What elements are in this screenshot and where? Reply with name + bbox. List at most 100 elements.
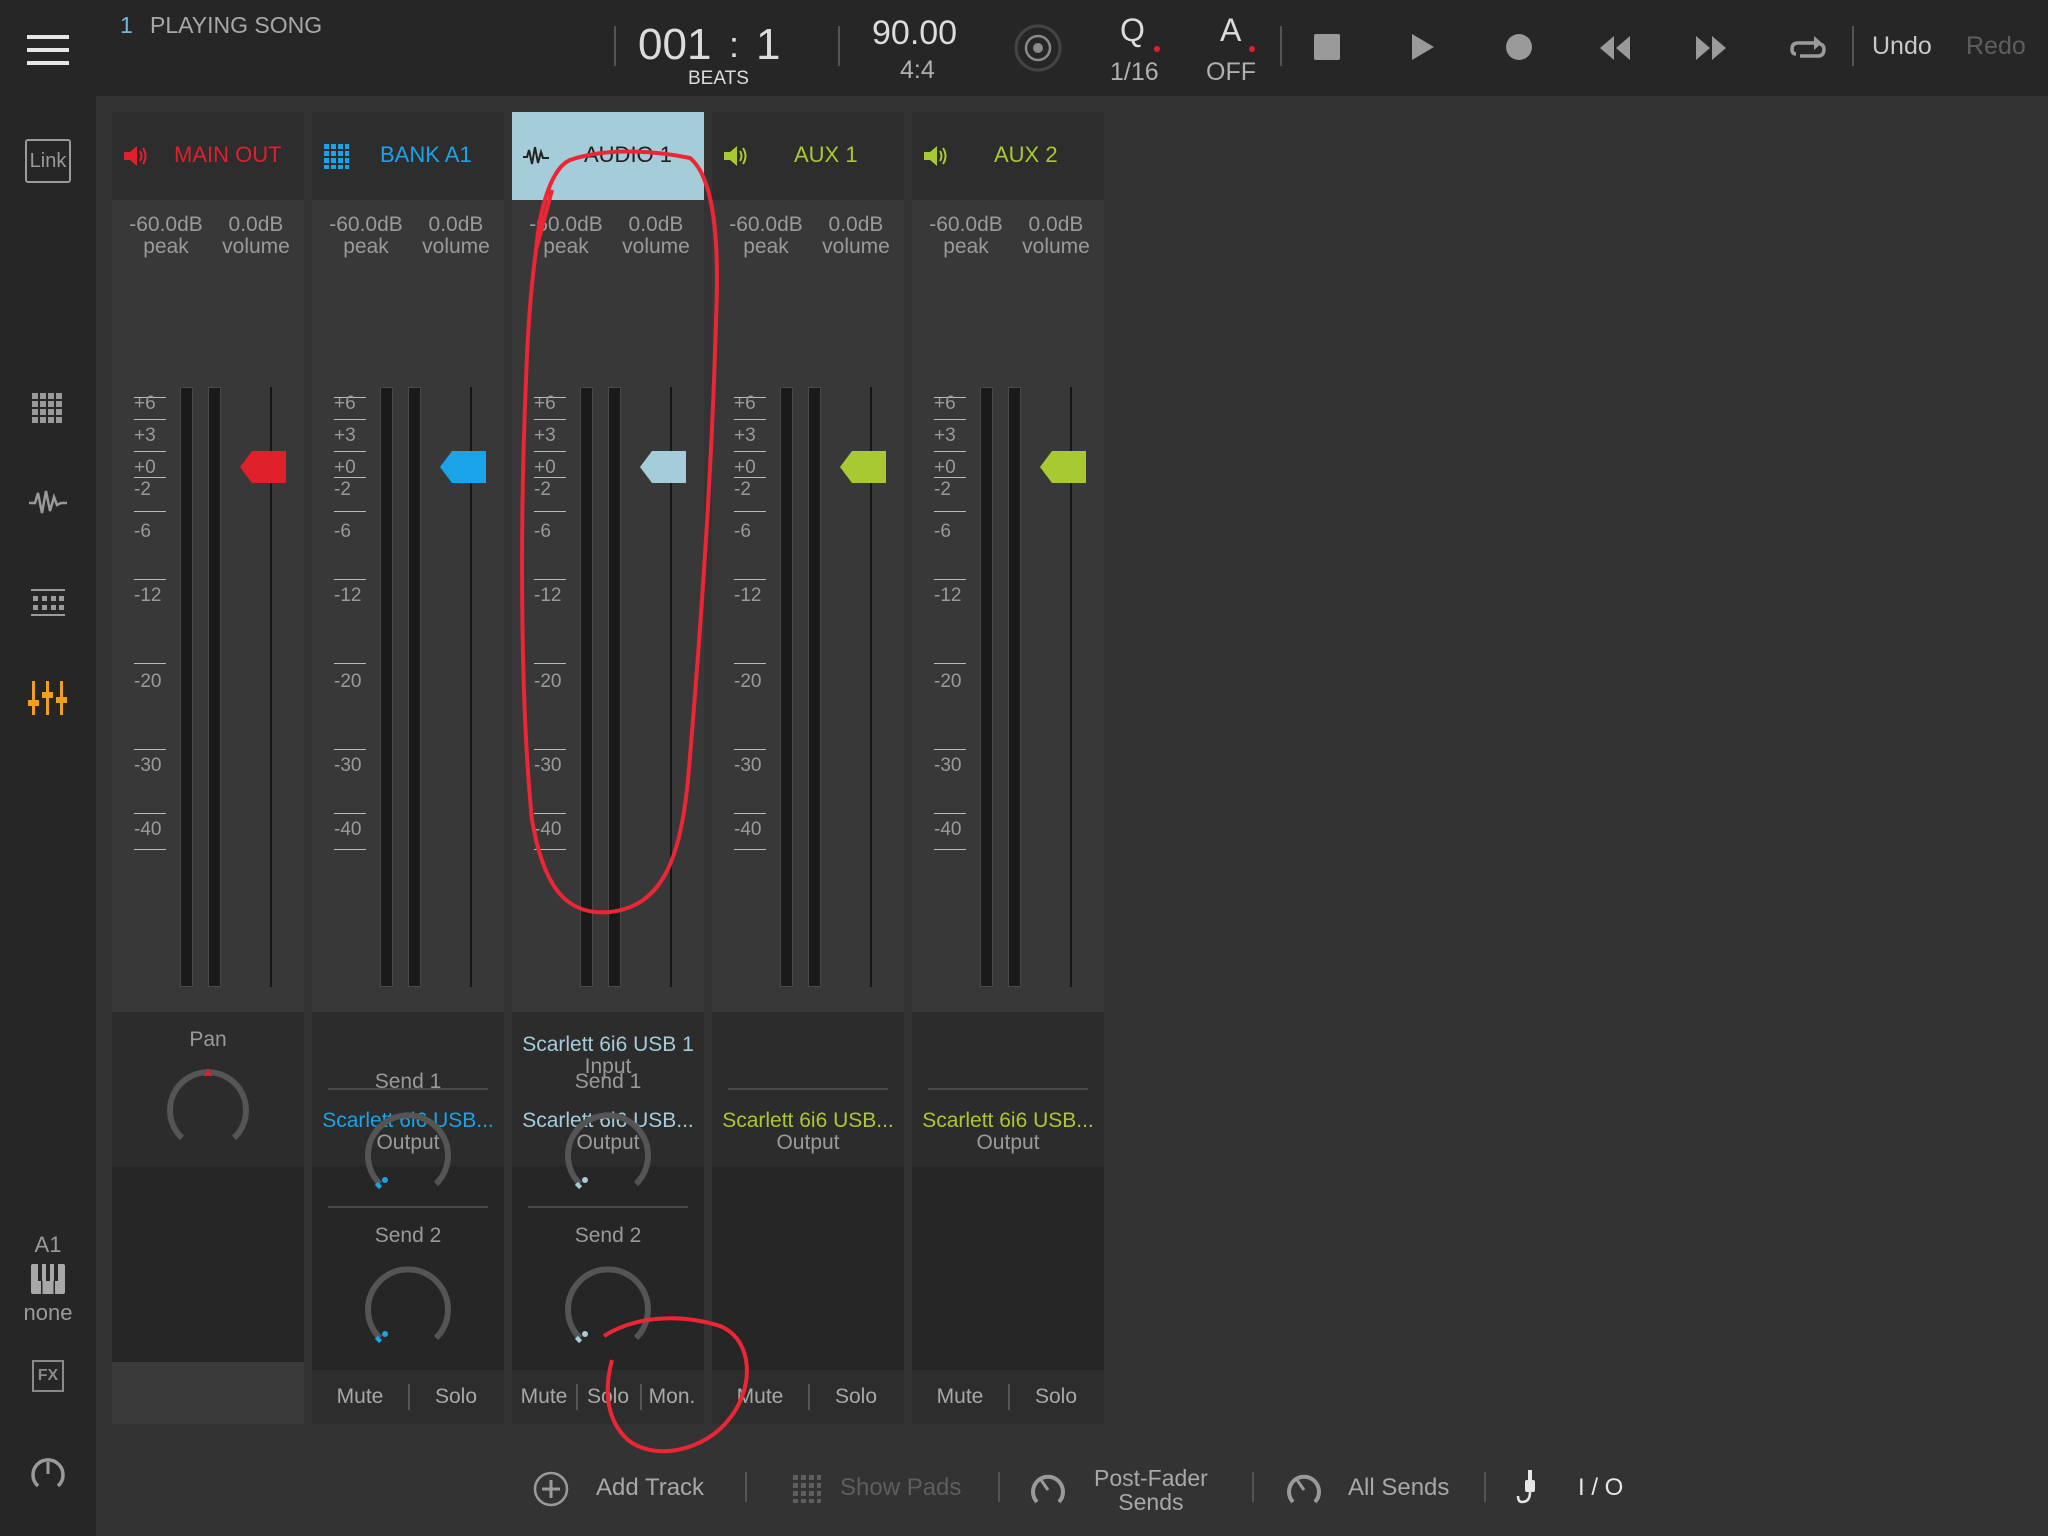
rewind-icon[interactable] bbox=[1598, 34, 1632, 67]
scale-label: +3 bbox=[334, 425, 356, 446]
volume-readout[interactable]: 0.0dB volume bbox=[612, 214, 700, 258]
sequencer-view-icon[interactable] bbox=[0, 582, 96, 622]
fader-handle[interactable] bbox=[440, 450, 486, 484]
volume-label: volume bbox=[222, 235, 290, 258]
output-device[interactable]: Scarlett 6i6 USB... bbox=[712, 1110, 904, 1132]
record-icon[interactable] bbox=[1506, 34, 1532, 60]
position-beat[interactable]: 1 bbox=[756, 20, 780, 70]
solo-button[interactable]: Solo bbox=[808, 1370, 904, 1424]
fader-handle[interactable] bbox=[1040, 450, 1086, 484]
scale-tick bbox=[734, 419, 766, 420]
pads-grid-icon[interactable] bbox=[792, 1474, 822, 1509]
add-track-icon[interactable] bbox=[532, 1470, 570, 1508]
peak-readout: -60.0dB peak bbox=[518, 214, 614, 258]
song-status[interactable]: PLAYING SONG bbox=[150, 12, 322, 39]
mute-button[interactable]: Mute bbox=[512, 1370, 576, 1424]
fx-label: FX bbox=[32, 1360, 64, 1392]
channel-header[interactable]: AUX 1 bbox=[712, 112, 904, 200]
pan-label: Pan bbox=[189, 1028, 227, 1051]
post-fader-sends-button[interactable]: Post-Fader Sends bbox=[1094, 1466, 1208, 1514]
volume-value: 0.0dB bbox=[828, 213, 884, 236]
scale-label: -2 bbox=[134, 479, 151, 500]
separator bbox=[1852, 26, 1854, 66]
fx-button[interactable]: FX bbox=[0, 1356, 96, 1396]
channel-header[interactable]: AUDIO 1 bbox=[512, 112, 704, 200]
mute-button[interactable]: Mute bbox=[312, 1370, 408, 1424]
volume-readout[interactable]: 0.0dB volume bbox=[412, 214, 500, 258]
audio-jack-icon[interactable] bbox=[1514, 1468, 1544, 1513]
redo-button[interactable]: Redo bbox=[1966, 32, 2026, 61]
scale-tick bbox=[534, 579, 566, 580]
scale-label: -2 bbox=[734, 479, 751, 500]
fader-handle[interactable] bbox=[840, 450, 886, 484]
scale-tick bbox=[334, 749, 366, 750]
channel-header[interactable]: AUX 2 bbox=[912, 112, 1104, 200]
pan-knob[interactable] bbox=[160, 1060, 256, 1156]
add-track-button[interactable]: Add Track bbox=[596, 1474, 704, 1502]
automation-value[interactable]: OFF bbox=[1206, 58, 1256, 87]
channel-header[interactable]: MAIN OUT bbox=[112, 112, 304, 200]
post-fader-knob-icon[interactable] bbox=[1028, 1470, 1068, 1515]
quantize-value[interactable]: 1/16 bbox=[1110, 58, 1159, 87]
undo-button[interactable]: Undo bbox=[1872, 32, 1932, 61]
mute-button[interactable]: Mute bbox=[912, 1370, 1008, 1424]
scale-tick bbox=[134, 813, 166, 814]
channel-strip-aux-2: AUX 2 -60.0dB peak 0.0dB volume +6 +3 +0 -2 -6… bbox=[912, 112, 1104, 1424]
volume-readout[interactable]: 0.0dB volume bbox=[812, 214, 900, 258]
volume-readout[interactable]: 0.0dB volume bbox=[212, 214, 300, 258]
waveform-view-icon[interactable] bbox=[0, 482, 96, 522]
scale-tick bbox=[134, 511, 166, 512]
send-2-knob[interactable] bbox=[358, 1256, 458, 1356]
peak-readout: -60.0dB peak bbox=[718, 214, 814, 258]
separator bbox=[1252, 1472, 1254, 1502]
show-pads-button[interactable]: Show Pads bbox=[840, 1474, 961, 1502]
fader-handle[interactable] bbox=[640, 450, 686, 484]
send-1-knob[interactable] bbox=[358, 1102, 458, 1202]
solo-button[interactable]: Solo bbox=[576, 1370, 640, 1424]
solo-button[interactable]: Solo bbox=[1008, 1370, 1104, 1424]
io-button[interactable]: I / O bbox=[1578, 1474, 1623, 1502]
all-sends-button[interactable]: All Sends bbox=[1348, 1474, 1449, 1502]
scale-tick bbox=[334, 419, 366, 420]
time-signature[interactable]: 4:4 bbox=[900, 56, 935, 85]
scale-label: +0 bbox=[934, 457, 956, 478]
scale-tick bbox=[334, 579, 366, 580]
fader-handle[interactable] bbox=[240, 450, 286, 484]
scale-label: -40 bbox=[934, 819, 962, 840]
fast-forward-icon[interactable] bbox=[1694, 34, 1728, 67]
solo-button[interactable]: Solo bbox=[408, 1370, 504, 1424]
menu-icon[interactable] bbox=[0, 22, 96, 78]
scale-label: -20 bbox=[934, 671, 962, 692]
volume-readout[interactable]: 0.0dB volume bbox=[1012, 214, 1100, 258]
link-button[interactable]: Link bbox=[0, 136, 96, 186]
quantize-label[interactable]: Q bbox=[1120, 12, 1145, 49]
position-bar[interactable]: 001 bbox=[638, 20, 711, 70]
automation-label[interactable]: A bbox=[1220, 12, 1241, 49]
piano-keyboard-icon[interactable] bbox=[0, 1262, 96, 1296]
mute-button[interactable]: Mute bbox=[712, 1370, 808, 1424]
input-device[interactable]: Scarlett 6i6 USB 1 bbox=[512, 1034, 704, 1056]
scale-tick bbox=[934, 579, 966, 580]
send-1-knob[interactable] bbox=[558, 1102, 658, 1202]
scale-tick bbox=[734, 511, 766, 512]
volume-label: volume bbox=[1022, 235, 1090, 258]
tempo[interactable]: 90.00 bbox=[872, 14, 957, 53]
loop-icon[interactable] bbox=[1790, 32, 1826, 69]
separator bbox=[1280, 26, 1282, 66]
mixer-view-icon[interactable] bbox=[0, 676, 96, 720]
meter-area: -60.0dB peak 0.0dB volume +6 +3 +0 -2 -6 -12 -20… bbox=[712, 200, 904, 1012]
channel-header[interactable]: BANK A1 bbox=[312, 112, 504, 200]
settings-knob-icon[interactable] bbox=[0, 1452, 96, 1496]
all-sends-knob-icon[interactable] bbox=[1284, 1470, 1324, 1515]
level-meter-left bbox=[380, 387, 393, 987]
scale-label: -30 bbox=[134, 755, 162, 776]
play-icon[interactable] bbox=[1410, 32, 1436, 67]
peak-value: -60.0dB bbox=[929, 213, 1003, 236]
metronome-button[interactable] bbox=[1014, 24, 1062, 72]
pads-view-icon[interactable] bbox=[0, 388, 96, 428]
meter-area: -60.0dB peak 0.0dB volume +6 +3 +0 -2 -6 -12 -20… bbox=[112, 200, 304, 1012]
output-device[interactable]: Scarlett 6i6 USB... bbox=[912, 1110, 1104, 1132]
stop-icon[interactable] bbox=[1314, 34, 1340, 60]
send-2-knob[interactable] bbox=[558, 1256, 658, 1356]
monitor-button[interactable]: Mon. bbox=[640, 1370, 704, 1424]
